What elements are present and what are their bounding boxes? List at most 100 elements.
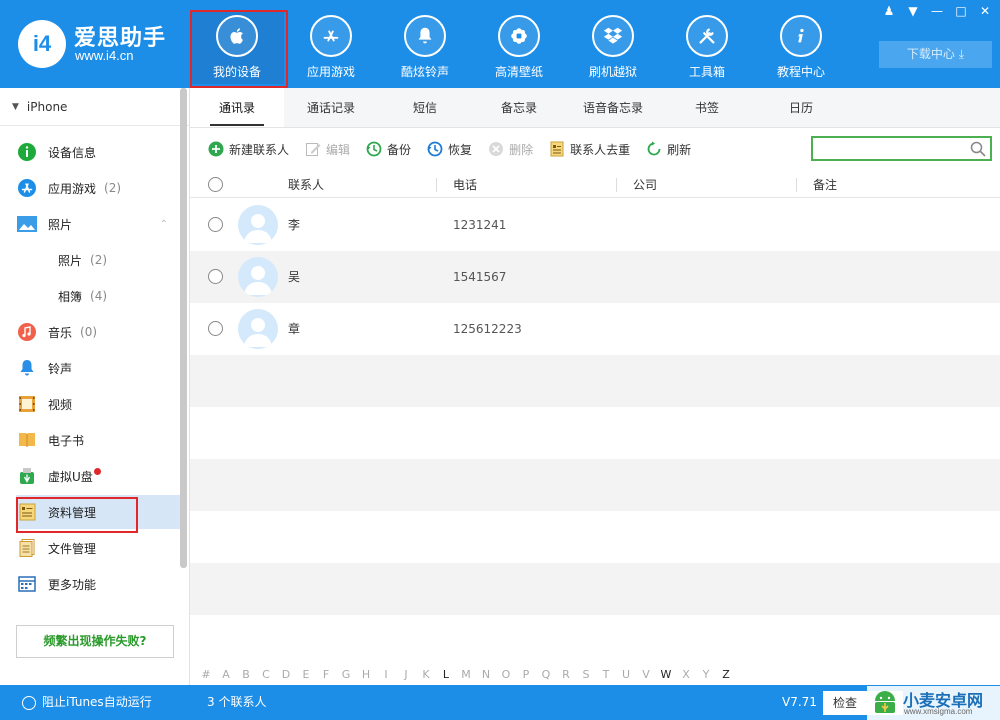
alphabet-letter[interactable]: T — [596, 668, 616, 681]
chevron-up-icon[interactable]: ⌃ — [160, 219, 168, 230]
avatar — [238, 257, 278, 297]
alphabet-letter[interactable]: P — [516, 668, 536, 681]
sidebar-item-ebooks[interactable]: 电子书 — [16, 423, 180, 457]
sidebar-item-label: 相簿 — [58, 289, 83, 304]
refresh-button[interactable]: 刷新 — [646, 141, 691, 158]
header-phone[interactable]: 电话 — [453, 172, 477, 198]
alphabet-letter[interactable]: W — [656, 668, 676, 681]
tab-bookmarks[interactable]: 书签 — [660, 88, 754, 127]
apple-icon — [216, 15, 258, 57]
skin-icon[interactable]: ♟ — [880, 4, 898, 18]
table-row[interactable]: 吴 1541567 — [190, 251, 1000, 303]
tab-call-log[interactable]: 通话记录 — [284, 88, 378, 127]
column-divider[interactable] — [616, 178, 617, 192]
nav-wallpapers[interactable]: 高清壁纸 — [472, 10, 566, 84]
alphabet-letter[interactable]: Z — [716, 668, 736, 681]
tab-sms[interactable]: 短信 — [378, 88, 472, 127]
backup-button[interactable]: 备份 — [366, 141, 411, 158]
table-row[interactable]: 李 1231241 — [190, 199, 1000, 251]
row-checkbox[interactable] — [208, 217, 223, 232]
row-checkbox[interactable] — [208, 269, 223, 284]
alphabet-letter[interactable]: L — [436, 668, 456, 681]
alphabet-letter[interactable]: X — [676, 668, 696, 681]
app-url: www.i4.cn — [75, 48, 134, 63]
tab-voice-memos[interactable]: 语音备忘录 — [566, 88, 660, 127]
alphabet-letter[interactable]: Y — [696, 668, 716, 681]
alphabet-letter[interactable]: E — [296, 668, 316, 681]
alphabet-letter[interactable]: # — [196, 668, 216, 681]
device-selector[interactable]: ▼ iPhone — [0, 88, 189, 126]
alphabet-letter[interactable]: K — [416, 668, 436, 681]
delete-button[interactable]: 删除 — [488, 141, 533, 158]
alphabet-letter[interactable]: O — [496, 668, 516, 681]
nav-my-device[interactable]: 我的设备 — [190, 10, 288, 88]
alphabet-letter[interactable]: N — [476, 668, 496, 681]
tab-calendar[interactable]: 日历 — [754, 88, 848, 127]
sidebar-item-music[interactable]: 音乐 (0) — [16, 315, 180, 349]
sidebar-item-device-info[interactable]: 设备信息 — [16, 135, 180, 169]
alphabet-letter[interactable]: V — [636, 668, 656, 681]
alphabet-letter[interactable]: A — [216, 668, 236, 681]
download-center-button[interactable]: 下载中心 ⤓ — [879, 41, 992, 68]
search-icon[interactable] — [970, 141, 986, 157]
alphabet-letter[interactable]: G — [336, 668, 356, 681]
table-row[interactable]: 章 125612223 — [190, 303, 1000, 355]
empty-row — [190, 511, 1000, 563]
refresh-icon — [647, 141, 661, 156]
book-icon — [16, 429, 38, 451]
help-button[interactable]: 频繁出现操作失败? — [16, 625, 174, 658]
toolbar-label: 新建联系人 — [229, 142, 290, 157]
radio-circle-icon[interactable] — [22, 695, 36, 710]
select-all-checkbox[interactable] — [208, 177, 223, 192]
new-contact-button[interactable]: 新建联系人 — [208, 141, 289, 158]
tab-contacts[interactable]: 通讯录 — [190, 88, 284, 127]
restore-button[interactable]: 恢复 — [427, 141, 472, 158]
sidebar-item-video[interactable]: 视频 — [16, 387, 180, 421]
alphabet-letter[interactable]: B — [236, 668, 256, 681]
row-checkbox[interactable] — [208, 321, 223, 336]
search-input[interactable] — [811, 136, 992, 161]
column-divider[interactable] — [796, 178, 797, 192]
nav-ringtones[interactable]: 酷炫铃声 — [378, 10, 472, 84]
alphabet-letter[interactable]: F — [316, 668, 336, 681]
sidebar-item-file-management[interactable]: 文件管理 — [16, 531, 180, 565]
minimize-icon[interactable]: — — [928, 4, 946, 18]
block-itunes-toggle[interactable]: 阻止iTunes自动运行 — [22, 685, 152, 720]
alphabet-letter[interactable]: H — [356, 668, 376, 681]
alphabet-letter[interactable]: U — [616, 668, 636, 681]
nav-toolbox[interactable]: 工具箱 — [660, 10, 754, 84]
sidebar-item-photo-sub[interactable]: 照片 (2) — [58, 243, 178, 277]
tab-notes[interactable]: 备忘录 — [472, 88, 566, 127]
edit-button[interactable]: 编辑 — [305, 141, 350, 158]
dedupe-contacts-button[interactable]: 联系人去重 — [549, 141, 630, 158]
alphabet-letter[interactable]: M — [456, 668, 476, 681]
sidebar-item-albums[interactable]: 相簿 (4) — [58, 279, 178, 313]
nav-tutorials[interactable]: 教程中心 — [754, 10, 848, 84]
nav-flash-jailbreak[interactable]: 刷机越狱 — [566, 10, 660, 84]
sidebar-item-photos[interactable]: 照片 ⌃ — [16, 207, 180, 241]
menu-icon[interactable]: ▼ — [904, 4, 922, 18]
sidebar-item-label: 视频 — [48, 397, 73, 412]
column-divider[interactable] — [436, 178, 437, 192]
sidebar-scrollbar[interactable] — [180, 88, 187, 568]
alphabet-letter[interactable]: Q — [536, 668, 556, 681]
alphabet-letter[interactable]: R — [556, 668, 576, 681]
alphabet-letter[interactable]: I — [376, 668, 396, 681]
sidebar-item-apps[interactable]: 应用游戏 (2) — [16, 171, 180, 205]
alphabet-letter[interactable]: S — [576, 668, 596, 681]
nav-label: 应用游戏 — [306, 65, 355, 79]
sidebar-item-count: (2) — [90, 253, 108, 267]
close-icon[interactable]: ✕ — [976, 4, 994, 18]
sidebar-item-more[interactable]: 更多功能 — [16, 567, 180, 601]
sidebar-item-virtual-udisk[interactable]: 虚拟U盘 — [16, 459, 180, 493]
alphabet-letter[interactable]: D — [276, 668, 296, 681]
header-note[interactable]: 备注 — [813, 172, 837, 198]
sidebar-item-ringtones[interactable]: 铃声 — [16, 351, 180, 385]
header-company[interactable]: 公司 — [633, 172, 657, 198]
download-label: 下载中心 — [906, 47, 955, 61]
alphabet-letter[interactable]: J — [396, 668, 416, 681]
nav-apps-games[interactable]: 应用游戏 — [284, 10, 378, 84]
header-contact[interactable]: 联系人 — [288, 172, 324, 198]
maximize-icon[interactable]: □ — [952, 4, 970, 18]
alphabet-letter[interactable]: C — [256, 668, 276, 681]
